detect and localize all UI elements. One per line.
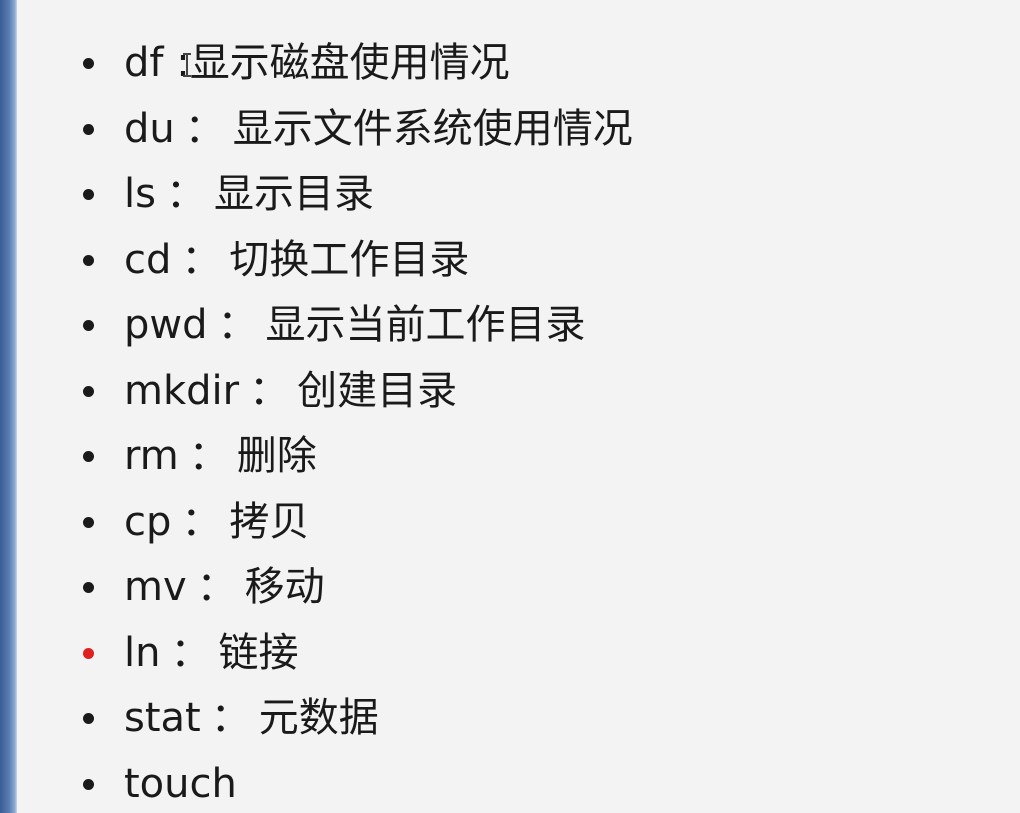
list-item-text: pwd：显示当前工作目录	[124, 298, 586, 352]
list-item-text: touch	[124, 757, 237, 811]
list-item-text: df : 显示磁盘使用情况	[124, 36, 510, 90]
command-name: cp	[124, 498, 172, 545]
separator: ：	[210, 695, 251, 741]
command-name: cd	[124, 236, 172, 283]
command-name: stat	[124, 695, 201, 741]
command-description: 显示当前工作目录	[265, 302, 586, 348]
bullet-icon	[83, 778, 94, 790]
command-description: 显示文件系统使用情况	[232, 105, 633, 152]
separator: ：	[181, 498, 222, 545]
bullet-icon	[83, 123, 94, 135]
command-description: 删除	[236, 433, 317, 479]
separator: ：	[165, 171, 206, 217]
command-description: 切换工作目录	[229, 236, 470, 283]
window-left-edge	[0, 0, 17, 813]
separator: ：	[249, 367, 290, 414]
bullet-icon	[83, 58, 94, 69]
command-description: 移动	[244, 564, 325, 610]
command-description: 拷贝	[229, 498, 310, 545]
list-item-text: cd：切换工作目录	[124, 233, 469, 287]
separator: ：	[181, 236, 222, 283]
bullet-icon	[83, 516, 94, 528]
command-name: ls	[124, 171, 156, 217]
bullet-icon	[83, 647, 94, 659]
command-description: 元数据	[258, 695, 379, 741]
list-item-text: mv：移动	[124, 560, 325, 614]
list-item-text: cp：拷贝	[124, 495, 309, 549]
list-item-text: ls：显示目录	[124, 167, 374, 221]
command-name: df	[124, 40, 164, 86]
separator: ：	[188, 433, 229, 479]
command-name: mkdir	[124, 367, 240, 414]
command-name: du	[124, 105, 175, 152]
command-description: 创建目录	[297, 367, 458, 414]
bullet-icon	[83, 254, 94, 266]
slide: df : 显示磁盘使用情况 du：显示文件系统使用情况 ls：显示目录 cd：切换…	[17, 0, 1020, 813]
separator: ：	[196, 564, 237, 610]
bullet-icon	[83, 451, 94, 462]
text-cursor-icon	[182, 53, 191, 77]
command-name: rm	[124, 433, 179, 479]
bullet-icon	[83, 385, 94, 397]
command-name: touch	[124, 760, 237, 807]
list-item-text: stat：元数据	[124, 691, 379, 745]
separator: ：	[217, 302, 258, 348]
separator: ：	[170, 629, 211, 676]
bullet-icon	[83, 189, 94, 200]
list-item-text: du：显示文件系统使用情况	[124, 102, 633, 156]
list-item-text: mkdir：创建目录	[124, 364, 457, 418]
command-description: 显示目录	[213, 171, 374, 217]
command-name: ln	[124, 629, 161, 676]
bullet-icon	[83, 582, 94, 593]
command-description: 显示磁盘使用情况	[189, 40, 510, 86]
bullet-icon	[83, 320, 94, 331]
list-item-text: ln：链接	[124, 626, 298, 680]
screen: df : 显示磁盘使用情况 du：显示文件系统使用情况 ls：显示目录 cd：切换…	[0, 0, 1020, 813]
list-item-text: rm：删除	[124, 429, 317, 483]
command-name: mv	[124, 564, 187, 610]
command-name: pwd	[124, 302, 208, 348]
separator: ：	[184, 105, 225, 152]
bullet-icon	[83, 713, 94, 724]
command-description: 链接	[218, 629, 299, 676]
